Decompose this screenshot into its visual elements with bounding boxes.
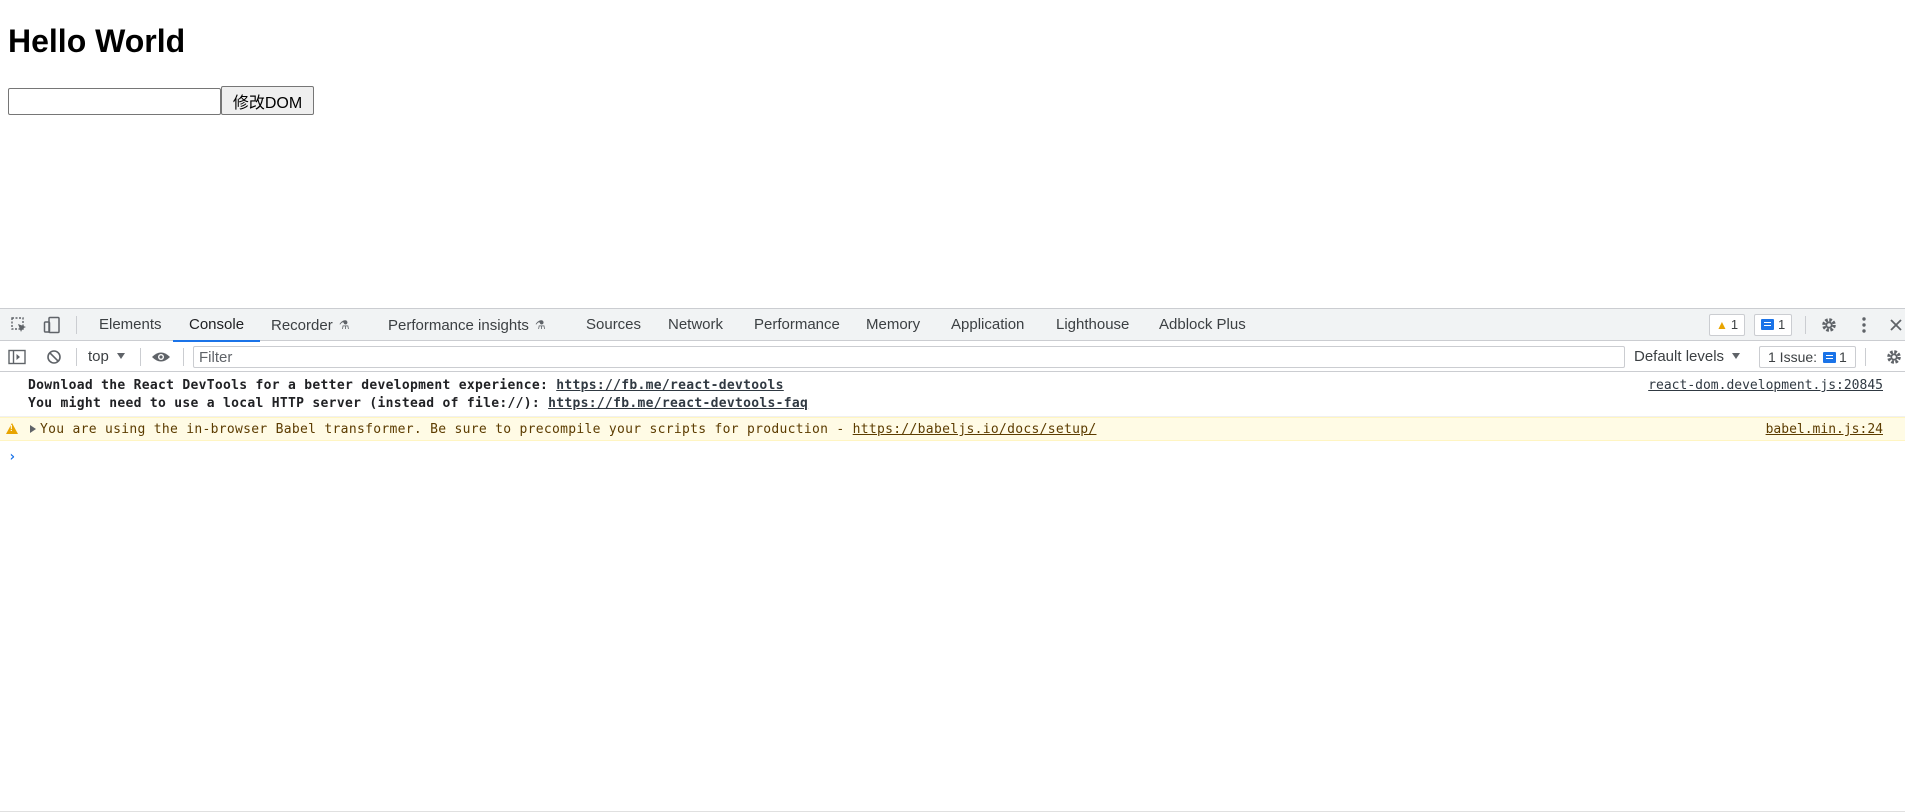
- context-value: top: [88, 348, 109, 365]
- console-toolbar: top Default levels 1 Issue: 1: [0, 342, 1905, 372]
- issues-button[interactable]: 1 Issue: 1: [1759, 346, 1856, 368]
- message-link[interactable]: https://fb.me/react-devtools: [556, 378, 784, 393]
- devtools-panel: Elements Console Recorder ⚗ Performance i…: [0, 308, 1905, 812]
- log-levels-dropdown[interactable]: Default levels: [1628, 346, 1746, 368]
- prompt-chevron-icon: ›: [8, 449, 17, 465]
- toolbar-divider: [183, 348, 184, 366]
- experiment-flask-icon: ⚗: [534, 318, 546, 332]
- toolbar-divider: [1865, 348, 1866, 366]
- message-text: You might need to use a local HTTP serve…: [28, 396, 549, 411]
- chevron-down-icon: [116, 353, 125, 359]
- toolbar-divider: [76, 316, 77, 334]
- source-location-link[interactable]: babel.min.js:24: [1766, 421, 1883, 439]
- messages-count: 1: [1778, 317, 1786, 332]
- tab-application[interactable]: Application: [949, 309, 1026, 341]
- tab-elements[interactable]: Elements: [97, 309, 164, 341]
- tab-recorder[interactable]: Recorder ⚗: [269, 309, 351, 341]
- message-line: Download the React DevTools for a better…: [28, 377, 784, 395]
- issues-label: 1 Issue:: [1768, 349, 1818, 365]
- filter-input[interactable]: [193, 346, 1625, 368]
- clear-console-icon[interactable]: [43, 346, 65, 368]
- tab-lighthouse[interactable]: Lighthouse: [1054, 309, 1131, 341]
- issues-count: 1: [1839, 349, 1847, 365]
- message-icon: [1761, 319, 1774, 330]
- kebab-menu-icon[interactable]: [1853, 314, 1875, 336]
- warning-triangle-icon: [6, 423, 18, 434]
- devtools-tabbar: Elements Console Recorder ⚗ Performance i…: [0, 309, 1905, 342]
- tab-sources[interactable]: Sources: [584, 309, 643, 341]
- chevron-down-icon: [1732, 353, 1741, 359]
- gear-icon[interactable]: [1818, 314, 1840, 336]
- tab-performance-insights[interactable]: Performance insights ⚗: [386, 309, 548, 341]
- experiment-flask-icon: ⚗: [338, 318, 350, 332]
- inspect-element-icon[interactable]: [8, 314, 30, 336]
- sidebar-toggle-icon[interactable]: [6, 346, 28, 368]
- source-location-link[interactable]: react-dom.development.js:20845: [1648, 377, 1883, 395]
- message-line: You are using the in-browser Babel trans…: [40, 421, 1096, 439]
- message-line: You might need to use a local HTTP serve…: [28, 395, 808, 413]
- log-levels-label: Default levels: [1634, 348, 1725, 365]
- text-input[interactable]: [8, 88, 221, 115]
- warnings-counter[interactable]: ▲ 1: [1709, 314, 1746, 336]
- console-message-log: Download the React DevTools for a better…: [0, 373, 1905, 417]
- context-selector[interactable]: top: [80, 346, 133, 368]
- page-heading: Hello World: [8, 23, 186, 59]
- message-text: You are using the in-browser Babel trans…: [40, 422, 853, 437]
- message-text: Download the React DevTools for a better…: [28, 378, 557, 393]
- live-expression-eye-icon[interactable]: [150, 346, 172, 368]
- toolbar-divider: [140, 348, 141, 366]
- tab-performance[interactable]: Performance: [752, 309, 842, 341]
- warnings-count: 1: [1730, 317, 1739, 332]
- console-messages: Download the React DevTools for a better…: [0, 373, 1905, 441]
- modify-dom-button[interactable]: 修改DOM: [221, 86, 314, 115]
- console-prompt[interactable]: ›: [0, 445, 1905, 469]
- warning-triangle-icon: ▲: [1716, 318, 1728, 332]
- tab-console[interactable]: Console: [172, 309, 261, 342]
- close-icon[interactable]: [1885, 314, 1905, 336]
- gear-icon[interactable]: [1883, 346, 1905, 368]
- toolbar-divider: [1805, 316, 1806, 334]
- message-link[interactable]: https://babeljs.io/docs/setup/: [853, 422, 1097, 437]
- message-link[interactable]: https://fb.me/react-devtools-faq: [548, 396, 808, 411]
- expand-arrow-icon[interactable]: [30, 425, 36, 433]
- toolbar-divider: [76, 348, 77, 366]
- console-message-warning: You are using the in-browser Babel trans…: [0, 417, 1905, 441]
- tab-network[interactable]: Network: [666, 309, 725, 341]
- device-toolbar-icon[interactable]: [41, 314, 63, 336]
- tab-performance-insights-label: Performance insights: [388, 317, 529, 334]
- tab-recorder-label: Recorder: [271, 317, 333, 334]
- message-icon: [1823, 352, 1837, 363]
- messages-counter[interactable]: 1: [1754, 314, 1793, 336]
- tab-memory[interactable]: Memory: [864, 309, 922, 341]
- tab-adblock-plus[interactable]: Adblock Plus: [1157, 309, 1248, 341]
- page-viewport: Hello World 修改DOM: [0, 0, 1905, 308]
